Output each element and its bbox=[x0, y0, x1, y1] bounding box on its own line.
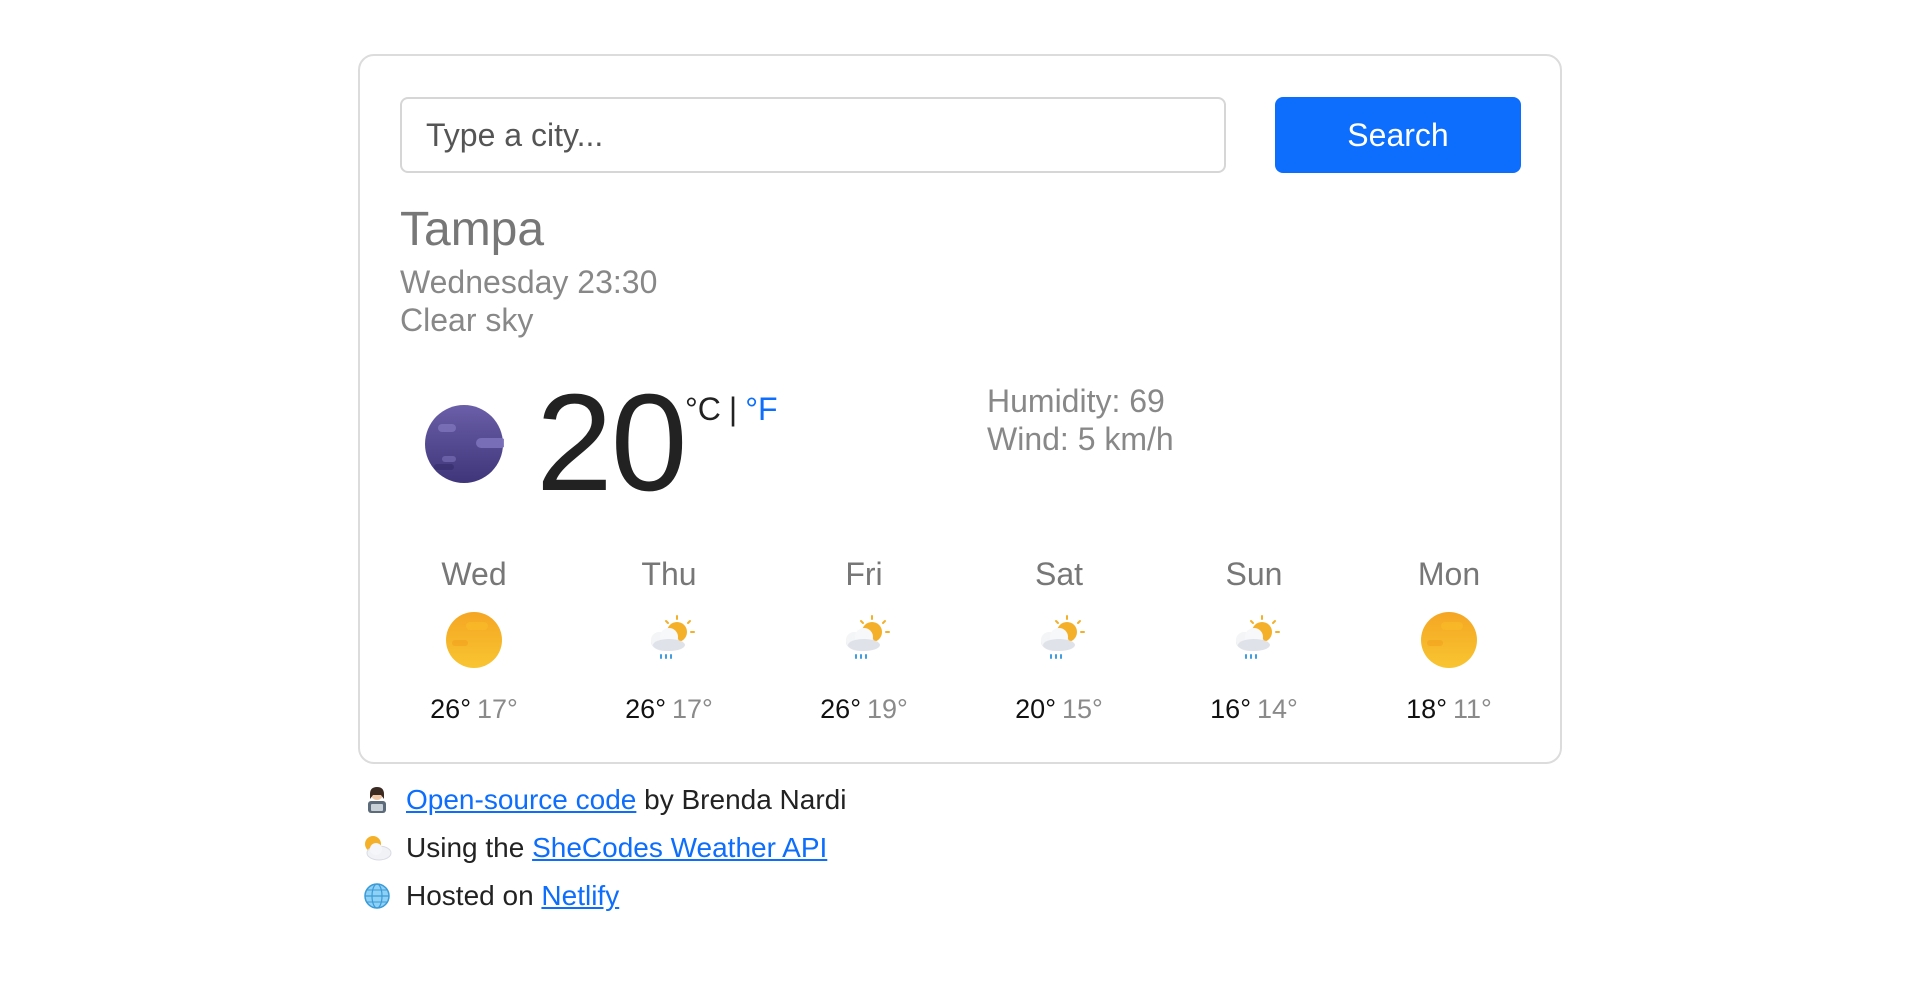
footer: Open-source code by Brenda Nardi Using t… bbox=[362, 776, 846, 920]
humidity-value: Humidity: 69 bbox=[987, 383, 1165, 419]
forecast-day-name: Sun bbox=[1225, 556, 1283, 592]
search-button[interactable]: Search bbox=[1275, 97, 1521, 173]
unit-separator: | bbox=[728, 391, 738, 427]
current-temperature: 20 bbox=[536, 366, 687, 520]
forecast-max: 18° bbox=[1406, 694, 1447, 724]
footer-hosted-text: Hosted on bbox=[406, 880, 542, 911]
forecast-day-name: Mon bbox=[1417, 556, 1481, 592]
forecast-min: 15° bbox=[1062, 694, 1103, 724]
wind-value: Wind: 5 km/h bbox=[987, 421, 1174, 457]
rain-sun-cloud-icon bbox=[846, 615, 890, 659]
rain-sun-cloud-icon bbox=[1041, 615, 1085, 659]
footer-line-source: Open-source code by Brenda Nardi bbox=[362, 776, 846, 824]
forecast-day: Wed 26° 17° bbox=[374, 558, 574, 723]
forecast-max: 26° bbox=[625, 694, 666, 724]
weather-card: Search Tampa Wednesday 23:30 Clear sky 2… bbox=[358, 54, 1562, 764]
footer-author-text: by Brenda Nardi bbox=[636, 784, 847, 815]
unit-switcher: °C | °F bbox=[685, 393, 778, 425]
forecast-min: 14° bbox=[1257, 694, 1298, 724]
weather-description: Clear sky bbox=[400, 302, 534, 338]
woman-technologist-icon bbox=[368, 787, 386, 813]
forecast-day-name: Sat bbox=[1034, 556, 1084, 592]
forecast-min: 17° bbox=[672, 694, 713, 724]
forecast-day: Thu 26° 17° bbox=[569, 558, 769, 723]
footer-using-text: Using the bbox=[406, 832, 533, 863]
globe-icon bbox=[364, 883, 390, 909]
city-search-input[interactable] bbox=[400, 97, 1226, 173]
sun-behind-cloud-icon bbox=[365, 836, 392, 861]
sun-icon bbox=[1421, 612, 1477, 668]
rain-sun-cloud-icon bbox=[1236, 615, 1280, 659]
forecast-max: 26° bbox=[820, 694, 861, 724]
sun-icon bbox=[446, 612, 502, 668]
forecast-temps: 20° 15° bbox=[959, 696, 1159, 723]
forecast-day-name: Fri bbox=[845, 556, 883, 592]
celsius-unit: °C bbox=[685, 391, 721, 427]
forecast-temps: 26° 17° bbox=[569, 696, 769, 723]
forecast-temps: 26° 19° bbox=[764, 696, 964, 723]
forecast-min: 11° bbox=[1453, 694, 1492, 724]
forecast-day: Fri 26° 19° bbox=[764, 558, 964, 723]
netlify-link[interactable]: Netlify bbox=[541, 880, 619, 912]
forecast-max: 16° bbox=[1210, 694, 1251, 724]
forecast-min: 17° bbox=[477, 694, 518, 724]
forecast-day-name: Thu bbox=[641, 556, 697, 592]
rain-sun-cloud-icon bbox=[651, 615, 695, 659]
footer-line-api: Using the SheCodes Weather API bbox=[362, 824, 846, 872]
open-source-code-link[interactable]: Open-source code bbox=[406, 784, 636, 816]
forecast-day: Sun 16° 14° bbox=[1154, 558, 1354, 723]
forecast-min: 19° bbox=[867, 694, 908, 724]
forecast-day: Mon 18° 11° bbox=[1349, 558, 1549, 723]
forecast-max: 26° bbox=[430, 694, 471, 724]
city-name: Tampa bbox=[400, 203, 545, 256]
forecast-temps: 16° 14° bbox=[1154, 696, 1354, 723]
forecast-day: Sat 20° 15° bbox=[959, 558, 1159, 723]
shecodes-api-link[interactable]: SheCodes Weather API bbox=[532, 832, 827, 864]
footer-line-hosting: Hosted on Netlify bbox=[362, 872, 846, 920]
clear-night-moon-icon bbox=[425, 405, 504, 483]
forecast-max: 20° bbox=[1015, 694, 1056, 724]
forecast-day-name: Wed bbox=[441, 556, 507, 592]
forecast-temps: 18° 11° bbox=[1349, 696, 1549, 723]
forecast-temps: 26° 17° bbox=[374, 696, 574, 723]
fahrenheit-link[interactable]: °F bbox=[745, 391, 777, 427]
current-datetime: Wednesday 23:30 bbox=[400, 264, 658, 300]
